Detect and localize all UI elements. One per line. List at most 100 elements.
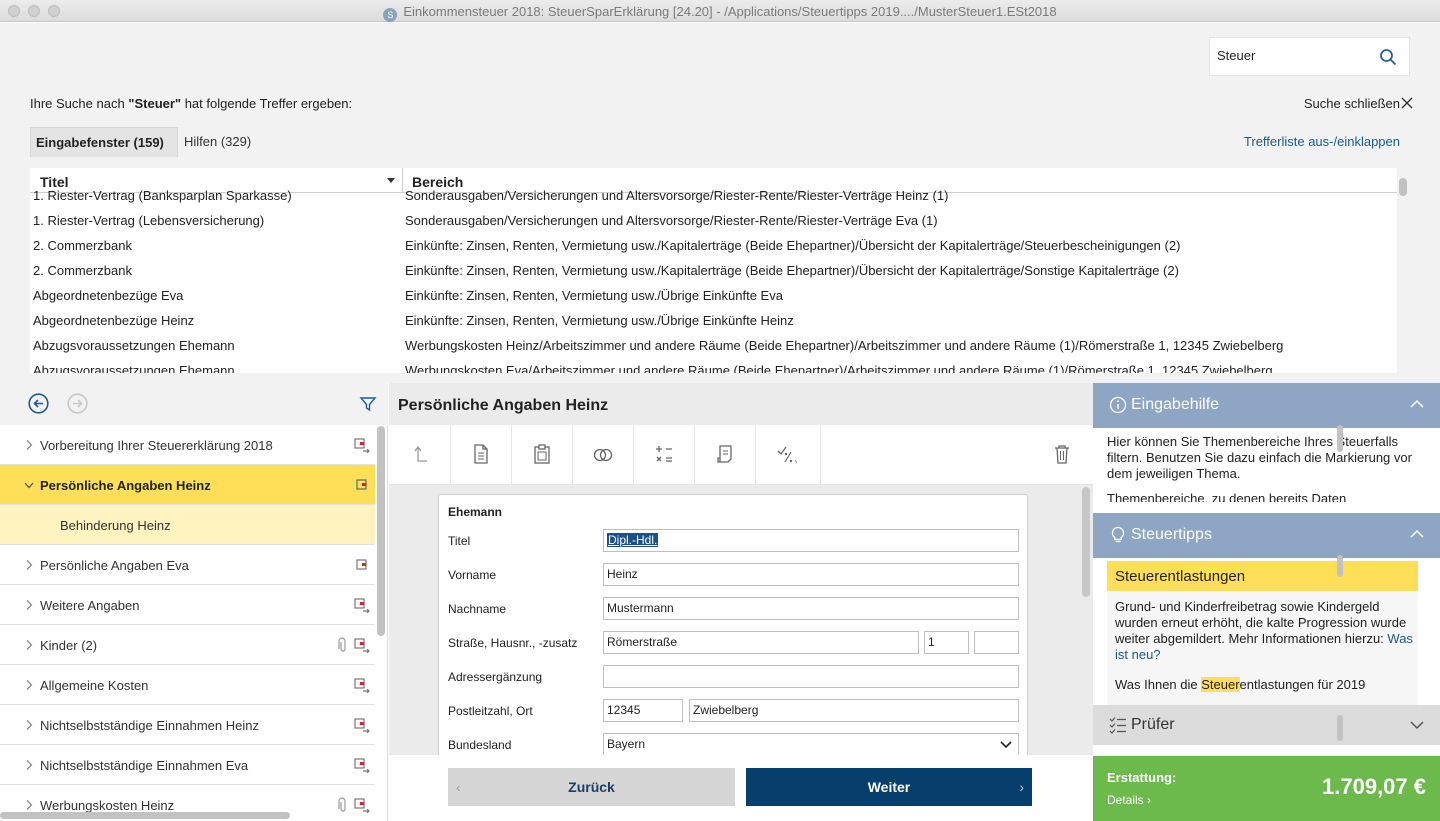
chevron-down-icon[interactable] xyxy=(24,479,34,491)
checker-panel-header[interactable]: Prüfer xyxy=(1093,705,1440,745)
table-row[interactable]: Abgeordnetenbezüge Eva Einkünfte: Zinsen,… xyxy=(30,285,1397,310)
close-icon[interactable] xyxy=(1400,96,1414,110)
chevron-right-icon[interactable] xyxy=(24,759,34,771)
table-row[interactable]: Abzugsvoraussetzungen Ehemann Werbungskos… xyxy=(30,360,1397,373)
cell-title: 1. Riester-Vertrag (Lebensversicherung) xyxy=(33,213,265,228)
export-icon[interactable] xyxy=(353,556,371,574)
export-icon[interactable] xyxy=(353,436,371,454)
search-icon[interactable] xyxy=(1379,48,1397,66)
nav-item-werbungskosten-heinz[interactable]: Werbungskosten Heinz xyxy=(0,785,375,815)
cell-title: 2. Commerzbank xyxy=(33,238,132,253)
table-row[interactable]: 2. Commerzbank Einkünfte: Zinsen, Renten,… xyxy=(30,235,1397,260)
export-icon[interactable] xyxy=(353,476,371,494)
results-table: Titel Bereich 1. Riester-Vertrag (Banksp… xyxy=(30,168,1397,373)
rings-button[interactable] xyxy=(572,425,634,485)
label-postleitzahl-ort: Postleitzahl, Ort xyxy=(448,704,533,718)
export-icon[interactable] xyxy=(353,796,371,814)
table-row[interactable]: Abzugsvoraussetzungen Ehemann Werbungskos… xyxy=(30,335,1397,360)
city-field[interactable]: Zwiebelberg xyxy=(689,699,1019,722)
refund-bar[interactable]: Erstattung: Details › 1.709,07 € xyxy=(1093,756,1440,821)
export-icon[interactable] xyxy=(353,676,371,694)
back-button[interactable]: ‹ Zurück xyxy=(448,768,735,806)
chevron-up-icon[interactable] xyxy=(1410,529,1424,539)
close-search-button[interactable]: Suche schließen xyxy=(1304,96,1400,111)
chevron-right-icon[interactable] xyxy=(24,559,34,571)
nav-item-kinder[interactable]: Kinder (2) xyxy=(0,625,375,665)
results-scrollbar-thumb[interactable] xyxy=(1399,178,1407,196)
first-name-field[interactable]: Heinz xyxy=(603,563,1019,586)
nav-scrollbar[interactable] xyxy=(377,426,385,636)
delete-button[interactable] xyxy=(1031,425,1093,485)
tip-text-continued: Was Ihnen die Steuerentlastungen für 201… xyxy=(1115,677,1415,692)
cell-area: Sonderausgaben/Versicherungen und Alters… xyxy=(405,213,938,228)
form-scrollbar[interactable] xyxy=(1082,487,1090,597)
nav-item-allgemeine-kosten[interactable]: Allgemeine Kosten xyxy=(0,665,375,705)
nav-item-behinderung-heinz[interactable]: Behinderung Heinz xyxy=(0,505,375,545)
chevron-right-icon[interactable] xyxy=(24,679,34,691)
table-row[interactable]: 1. Riester-Vertrag (Banksparplan Sparkas… xyxy=(30,185,1397,210)
paperclip-icon[interactable] xyxy=(335,796,349,814)
address-addition-field[interactable] xyxy=(603,665,1019,688)
label-bundesland: Bundesland xyxy=(448,738,512,752)
tips-scrollbar[interactable] xyxy=(1337,555,1343,577)
tab-eingabefenster[interactable]: Eingabefenster (159) xyxy=(30,127,178,157)
filter-icon[interactable] xyxy=(359,395,377,413)
up-button[interactable] xyxy=(389,425,451,485)
chevron-right-icon[interactable] xyxy=(24,799,34,811)
percent-button[interactable] xyxy=(755,425,821,485)
chevron-right-icon[interactable] xyxy=(24,639,34,651)
cell-title: Abgeordnetenbezüge Heinz xyxy=(33,313,195,328)
nav-item-weitere-angaben[interactable]: Weitere Angaben xyxy=(0,585,375,625)
sort-descending-icon[interactable] xyxy=(387,178,395,183)
cell-title: Abzugsvoraussetzungen Ehemann xyxy=(33,363,235,373)
results-scrollbar[interactable] xyxy=(1399,178,1407,368)
result-suffix: hat folgende Treffer ergeben: xyxy=(181,96,353,111)
house-number-field[interactable]: 1 xyxy=(924,631,969,654)
table-row[interactable]: Abgeordnetenbezüge Heinz Einkünfte: Zinse… xyxy=(30,310,1397,335)
clipboard-button[interactable] xyxy=(511,425,573,485)
tips-panel-title: Steuertipps xyxy=(1131,526,1212,543)
back-arrow-icon[interactable] xyxy=(28,393,49,414)
last-name-field[interactable]: Mustermann xyxy=(603,597,1019,620)
state-select[interactable]: Bayern xyxy=(603,733,1019,755)
forward-arrow-icon[interactable] xyxy=(67,393,88,414)
chevron-right-icon[interactable] xyxy=(24,719,34,731)
nav-item-persoenliche-angaben-eva[interactable]: Persönliche Angaben Eva xyxy=(0,545,375,585)
trash-icon xyxy=(1055,445,1069,464)
search-input[interactable] xyxy=(1217,48,1377,63)
nav-item-vorbereitung[interactable]: Vorbereitung Ihrer Steuererklärung 2018 xyxy=(0,425,375,465)
toggle-result-list-link[interactable]: Trefferliste aus-/einklappen xyxy=(1244,134,1400,149)
export-icon[interactable] xyxy=(353,756,371,774)
street-field[interactable]: Römerstraße xyxy=(603,631,919,654)
table-row[interactable]: 1. Riester-Vertrag (Lebensversicherung) S… xyxy=(30,210,1397,235)
document-button[interactable] xyxy=(450,425,512,485)
nav-item-nichtselbststaendige-heinz[interactable]: Nichtselbstständige Einnahmen Heinz xyxy=(0,705,375,745)
calculator-button[interactable] xyxy=(633,425,695,485)
export-icon[interactable] xyxy=(353,636,371,654)
export-icon[interactable] xyxy=(353,716,371,734)
next-button[interactable]: Weiter › xyxy=(746,768,1032,806)
tab-hilfen[interactable]: Hilfen (329) xyxy=(184,127,251,157)
receipt-button[interactable] xyxy=(694,425,756,485)
chevron-right-icon[interactable] xyxy=(24,439,34,451)
export-icon[interactable] xyxy=(353,596,371,614)
tips-panel-header[interactable]: Steuertipps xyxy=(1093,513,1440,558)
nav-scrollbar-thumb[interactable] xyxy=(377,426,385,636)
nav-item-persoenliche-angaben-heinz[interactable]: Persönliche Angaben Heinz xyxy=(0,465,375,505)
search-box[interactable] xyxy=(1209,37,1410,76)
paperclip-icon[interactable] xyxy=(335,636,349,654)
clipboard-icon xyxy=(534,444,550,464)
nav-horizontal-scrollbar[interactable] xyxy=(0,812,290,819)
help-scrollbar[interactable] xyxy=(1337,425,1343,452)
refund-details-link[interactable]: Details › xyxy=(1107,793,1151,807)
help-panel-header[interactable]: Eingabehilfe xyxy=(1093,383,1440,428)
table-row[interactable]: 2. Commerzbank Einkünfte: Zinsen, Renten,… xyxy=(30,260,1397,285)
chevron-right-icon[interactable] xyxy=(24,599,34,611)
title-field[interactable]: Dipl.-Hdl. xyxy=(603,529,1019,552)
chevron-down-icon[interactable] xyxy=(1410,720,1424,730)
checker-scrollbar[interactable] xyxy=(1337,715,1343,741)
nav-item-nichtselbststaendige-eva[interactable]: Nichtselbstständige Einnahmen Eva xyxy=(0,745,375,785)
house-suffix-field[interactable] xyxy=(974,631,1019,654)
chevron-up-icon[interactable] xyxy=(1410,399,1424,409)
zip-field[interactable]: 12345 xyxy=(603,699,683,722)
